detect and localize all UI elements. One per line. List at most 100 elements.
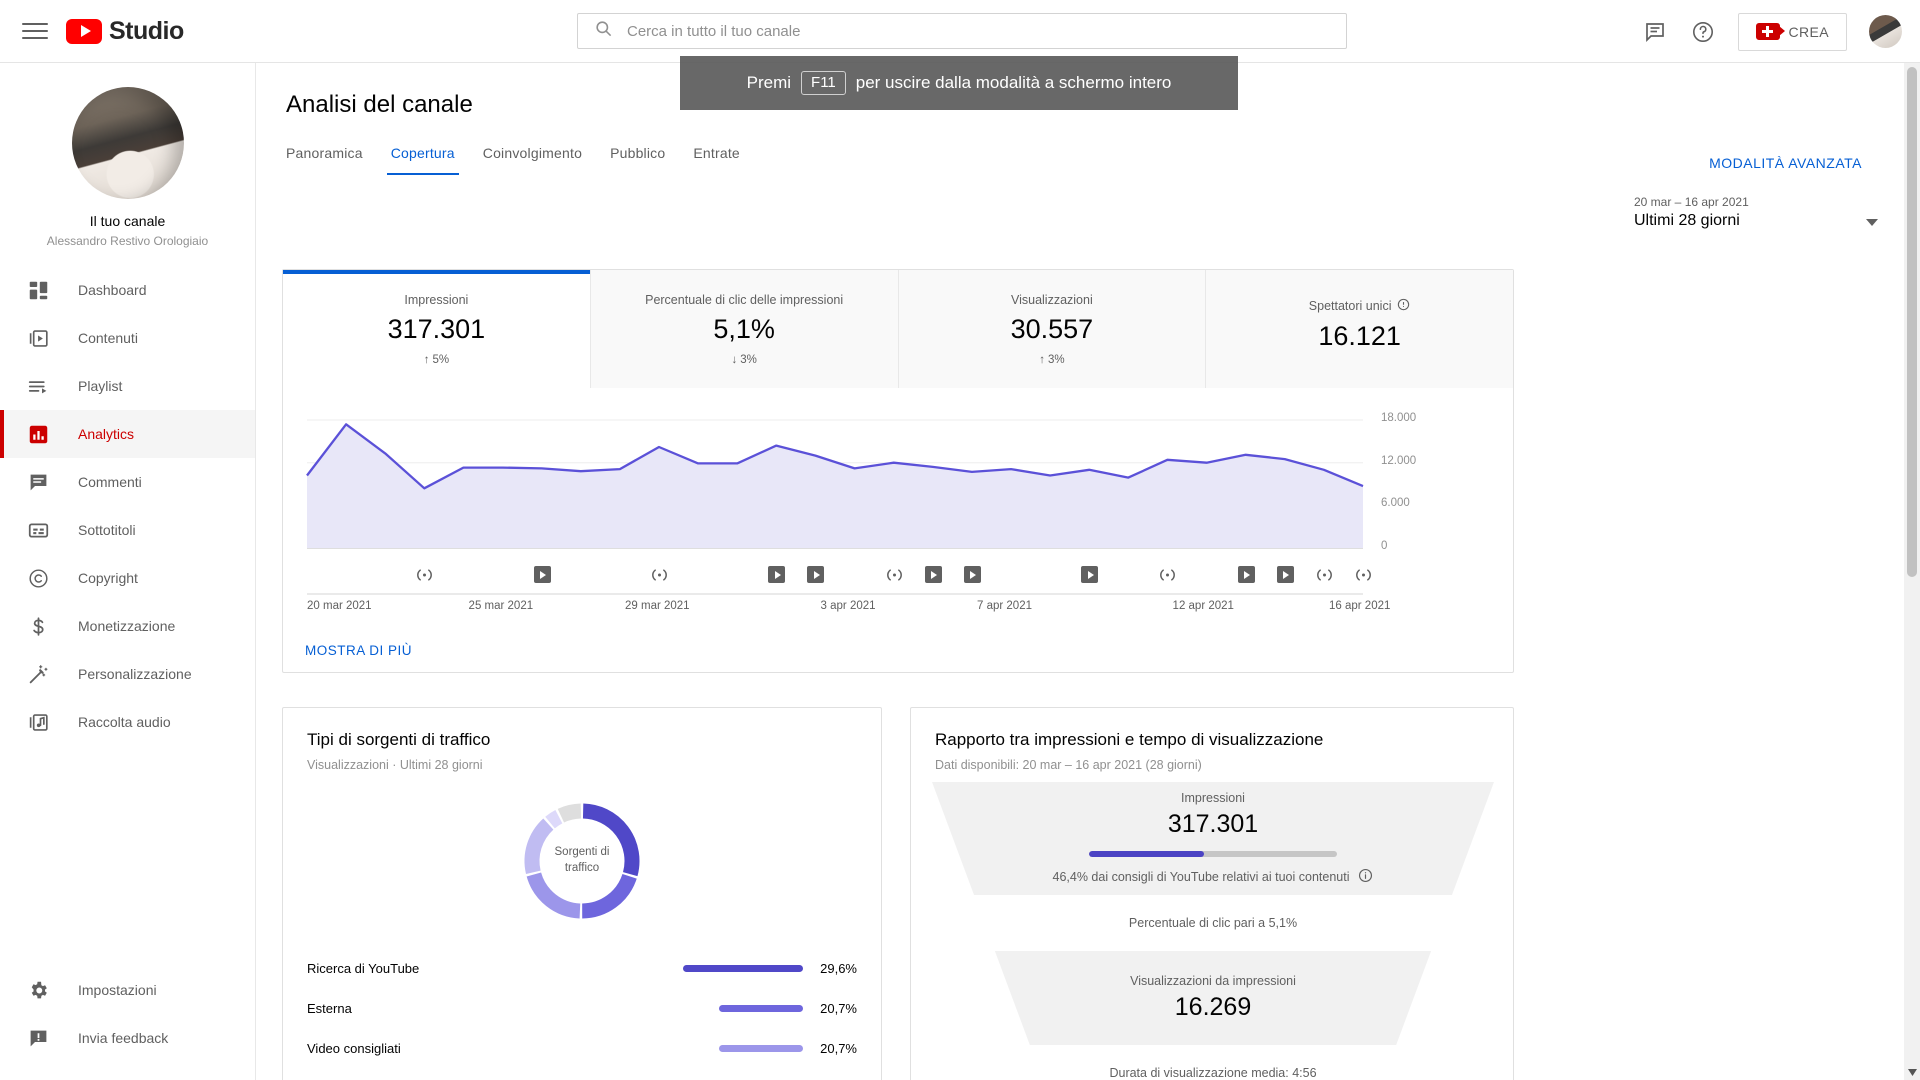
sidebar-item-label: Contenuti [78,330,138,346]
video-upload-icon[interactable] [1276,566,1294,583]
funnel-subtitle: Dati disponibili: 20 mar – 16 apr 2021 (… [935,758,1202,772]
metric-card-0[interactable]: Impressioni 317.301 ↑ 5% [283,270,591,388]
avatar[interactable] [1869,15,1902,48]
traffic-sources-subtitle: Visualizzazioni · Ultimi 28 giorni [307,758,483,772]
sidebar-item-contenuti[interactable]: Contenuti [0,314,255,362]
traffic-sources-card: Tipi di sorgenti di traffico Visualizzaz… [282,707,882,1080]
funnel-stage-0[interactable]: Impressioni 317.301 46,4% dai consigli d… [911,782,1515,895]
sidebar-item-invia-feedback[interactable]: Invia feedback [0,1014,255,1062]
chart-xtick-label: 29 mar 2021 [625,600,690,612]
donut-center-line2: traffico [564,862,600,874]
comment-icon [26,470,50,494]
create-button[interactable]: CREA [1737,12,1847,51]
chevron-down-icon[interactable] [1866,219,1878,226]
search-input[interactable] [627,22,1346,40]
metric-value: 30.557 [1010,313,1094,344]
metric-value: 16.121 [1318,320,1401,351]
sidebar-item-monetizzazione[interactable]: Monetizzazione [0,602,255,650]
video-upload-icon[interactable] [963,566,981,583]
live-event-icon[interactable] [1355,566,1372,583]
sidebar-item-label: Analytics [78,426,135,442]
help-icon[interactable] [1690,19,1716,45]
sidebar-item-analytics[interactable]: Analytics [0,410,255,458]
sidebar-item-playlist[interactable]: Playlist [0,362,255,410]
advanced-mode-button[interactable]: MODALITÀ AVANZATA [1709,155,1862,171]
traffic-source-row[interactable]: Esterna 20,7% [283,988,881,1028]
video-camera-plus-icon [1755,23,1785,40]
scroll-down-icon[interactable] [1904,1064,1920,1080]
sidebar-nav: Dashboard Contenuti Playlist Analytics C… [0,266,255,746]
impressions-chart[interactable]: 0 6.000 12.000 18.000 20 mar 2021 25 mar 2021… [283,388,1513,618]
live-event-icon[interactable] [1316,566,1333,583]
channel-avatar[interactable] [71,87,184,199]
live-event-icon[interactable] [416,566,433,583]
audio-library-icon [26,710,50,734]
comment-icon[interactable] [1642,19,1668,45]
chart-area-fill [307,424,1363,548]
funnel-stage-3[interactable]: Durata di visualizzazione media: 4:56 [911,1045,1515,1080]
metric-label: Visualizzazioni [1010,292,1093,307]
info-icon[interactable] [1397,298,1410,314]
traffic-sources-donut[interactable]: Sorgenti di traffico [517,796,647,926]
tab-panoramica[interactable]: Panoramica [286,145,377,175]
playlist-icon [26,374,50,398]
sidebar-item-personalizzazione[interactable]: Personalizzazione [0,650,255,698]
hamburger-icon[interactable] [22,21,48,41]
video-upload-icon[interactable] [1081,566,1099,583]
video-upload-icon[interactable] [807,566,825,583]
metric-card-3[interactable]: Spettatori unici 16.121 [1206,270,1513,388]
sidebar-item-copyright[interactable]: Copyright [0,554,255,602]
info-icon[interactable] [1358,868,1373,886]
search-bar[interactable] [577,13,1347,49]
sidebar-item-impostazioni[interactable]: Impostazioni [0,966,255,1014]
chart-ytick-label: 6.000 [1381,497,1410,510]
youtube-studio-logo[interactable]: Studio [66,17,184,46]
sidebar-item-sottotitoli[interactable]: Sottotitoli [0,506,255,554]
show-more-button[interactable]: MOSTRA DI PIÙ [305,643,412,658]
date-range-selector[interactable]: 20 mar – 16 apr 2021 Ultimi 28 giorni [1634,195,1884,230]
funnel-stage-note: 46,4% dai consigli di YouTube relativi a… [1053,868,1374,886]
funnel-stage-bar [1089,851,1337,857]
tab-copertura[interactable]: Copertura [377,145,469,175]
analytics-icon [26,422,50,446]
scrollbar-thumb[interactable] [1907,67,1917,577]
magic-wand-icon [26,662,50,686]
sidebar-nav-bottom: Impostazioni Invia feedback [0,966,255,1062]
live-event-icon[interactable] [886,566,903,583]
up-arrow-icon: ↑ [423,353,430,366]
sidebar-item-raccolta-audio[interactable]: Raccolta audio [0,698,255,746]
funnel-stage-2[interactable]: Visualizzazioni da impressioni 16.269 [911,951,1515,1045]
live-event-icon[interactable] [1159,566,1176,583]
sidebar-item-label: Dashboard [78,282,147,298]
gear-icon [26,978,50,1002]
traffic-source-bar-box [607,1044,803,1052]
video-upload-icon[interactable] [1237,566,1255,583]
video-upload-icon[interactable] [768,566,786,583]
tab-coinvolgimento[interactable]: Coinvolgimento [469,145,596,175]
tab-pubblico[interactable]: Pubblico [596,145,679,175]
live-event-icon[interactable] [651,566,668,583]
chart-ytick-label: 18.000 [1381,412,1417,424]
video-upload-icon[interactable] [533,566,551,583]
chart-xtick-label: 12 apr 2021 [1172,600,1234,612]
tab-entrate[interactable]: Entrate [679,145,754,175]
traffic-source-row[interactable]: Video consigliati 20,7% [283,1028,881,1068]
traffic-source-row[interactable]: Ricerca di YouTube 29,6% [283,948,881,988]
sidebar-item-label: Personalizzazione [78,666,192,682]
metric-label: Spettatori unici [1309,298,1411,314]
video-upload-icon[interactable] [924,566,942,583]
copyright-icon [26,566,50,590]
sidebar-item-commenti[interactable]: Commenti [0,458,255,506]
page-scrollbar[interactable] [1904,63,1920,1080]
metric-card-2[interactable]: Visualizzazioni 30.557 ↑ 3% [898,270,1207,388]
traffic-source-row[interactable]: Funzioni di navigazione 17,6% [283,1068,881,1080]
impressions-funnel-card: Rapporto tra impressioni e tempo di visu… [910,707,1514,1080]
sidebar-item-label: Copyright [78,570,138,586]
sidebar-item-label: Monetizzazione [78,618,176,634]
metric-card-1[interactable]: Percentuale di clic delle impressioni 5,… [590,270,899,388]
sidebar-item-dashboard[interactable]: Dashboard [0,266,255,314]
feedback-icon [26,1026,50,1050]
traffic-source-bar [683,964,803,972]
sidebar-item-label: Commenti [78,474,142,490]
funnel-stage-1[interactable]: Percentuale di clic pari a 5,1% [911,895,1515,951]
